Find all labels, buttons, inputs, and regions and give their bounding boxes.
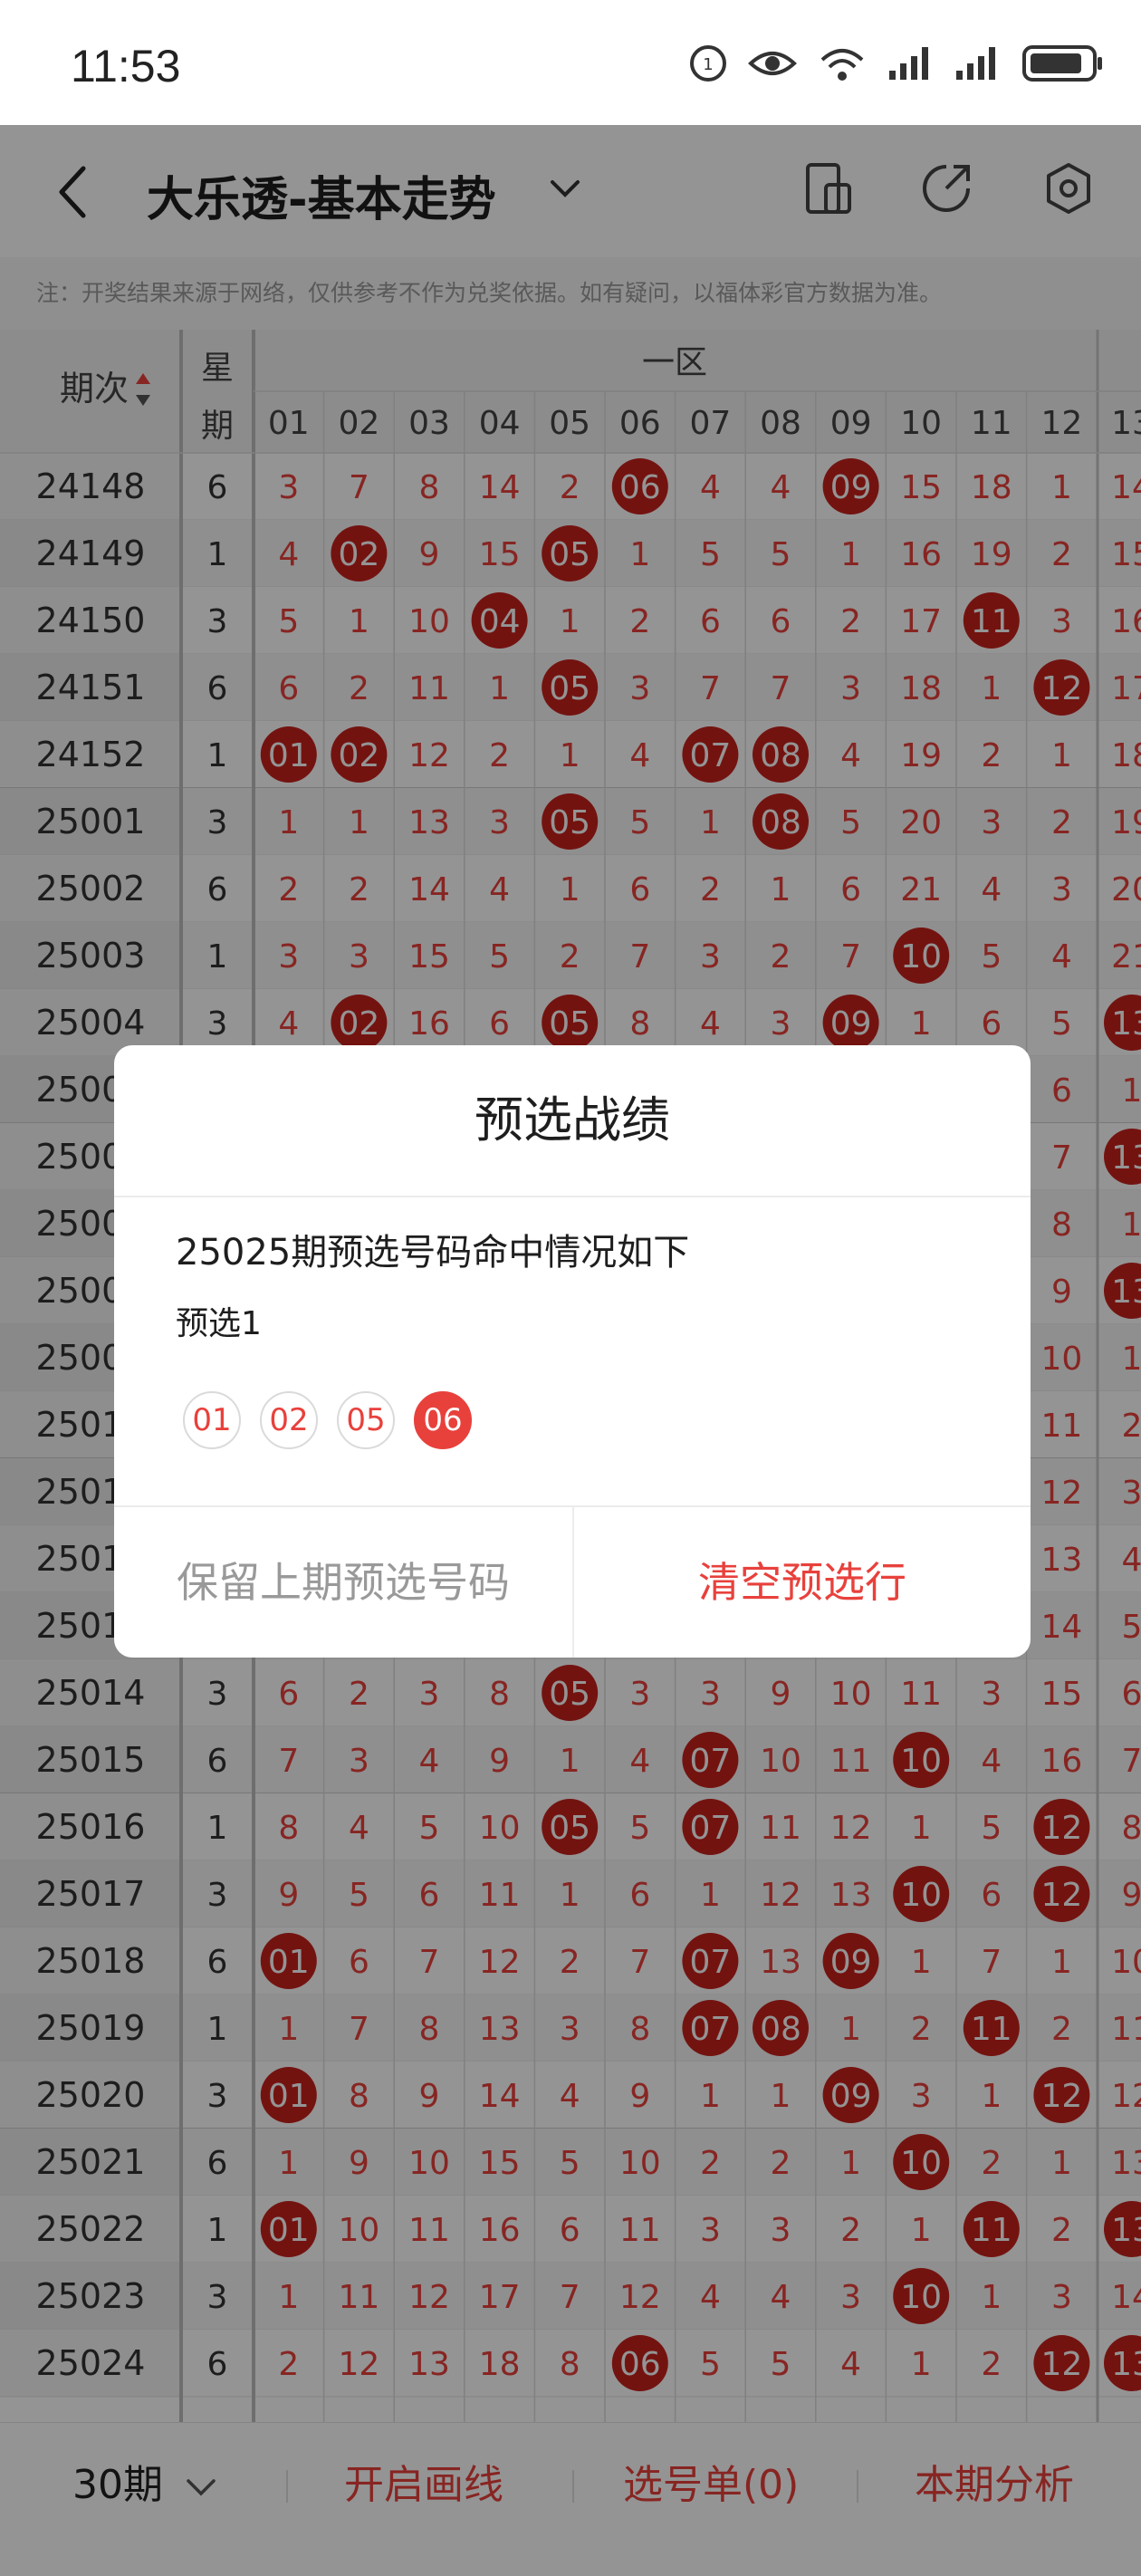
signal-2-icon <box>956 47 995 80</box>
preselect-ball: 01 <box>183 1391 241 1449</box>
keep-previous-button[interactable]: 保留上期预选号码 <box>114 1507 572 1658</box>
wifi-icon <box>820 49 864 81</box>
preselect-ball: 05 <box>337 1391 395 1449</box>
preselect-ball: 02 <box>260 1391 318 1449</box>
preselect-result-dialog: 预选战绩 25025期预选号码命中情况如下 预选1 01 02 05 06 保留上期预… <box>114 1045 1031 1658</box>
dialog-title: 预选战绩 <box>475 1091 670 1149</box>
preselect-group-label: 预选1 <box>176 1305 262 1342</box>
clear-preselect-button[interactable]: 清空预选行 <box>574 1507 1031 1658</box>
preselect-ball-hit: 06 <box>414 1391 472 1449</box>
preselect-balls: 01 02 05 06 <box>183 1391 472 1449</box>
status-time: 11:53 <box>71 41 181 91</box>
battery-icon <box>1022 45 1102 82</box>
signal-1-icon <box>889 47 928 80</box>
status-icons: 1 <box>688 43 1105 83</box>
dialog-subtitle: 25025期预选号码命中情况如下 <box>176 1232 690 1274</box>
status-bar: 11:53 1 <box>0 0 1141 125</box>
eye-icon <box>748 52 797 75</box>
divider <box>114 1196 1031 1197</box>
svg-text:1: 1 <box>703 55 713 74</box>
ear-icon: 1 <box>690 45 726 82</box>
